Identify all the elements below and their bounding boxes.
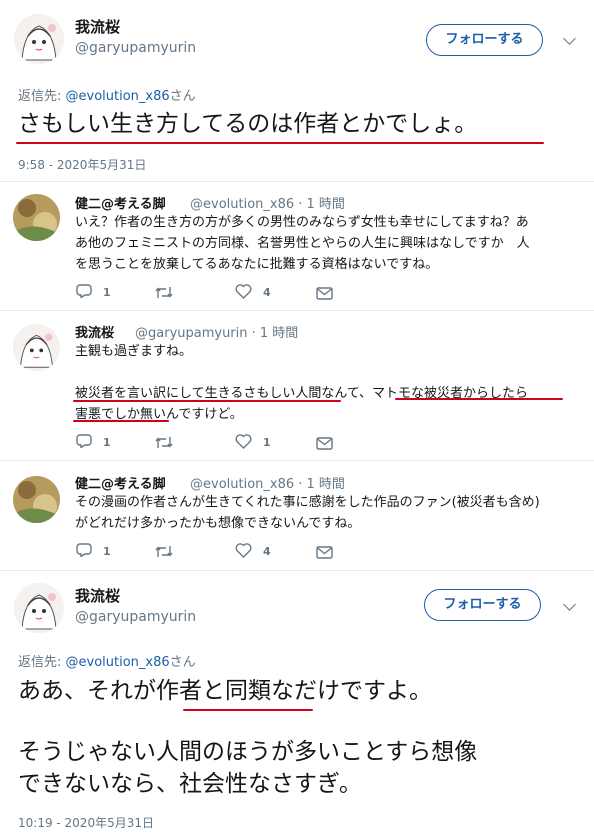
like-count: 4 (263, 286, 271, 299)
reply-to-mention[interactable]: @evolution_x86 (66, 655, 170, 670)
annotation-underline (16, 142, 544, 144)
reply-count: 1 (103, 545, 111, 558)
reply-to-line: 返信先: @evolution_x86さん (18, 651, 196, 670)
divider (0, 181, 594, 182)
reply-text: その漫画の作者さんが生きてくれた事に感謝をした作品のファン(被災者も含め) がど… (75, 495, 540, 531)
reply-to-prefix: 返信先: (18, 655, 66, 670)
dm-icon[interactable] (316, 285, 333, 304)
dm-icon[interactable] (316, 435, 333, 454)
reply-icon[interactable] (76, 283, 92, 302)
reply-to-suffix: さん (169, 89, 196, 104)
author-handle[interactable]: @garyupamyurin (75, 609, 196, 625)
avatar[interactable] (14, 583, 64, 633)
avatar[interactable] (13, 324, 60, 371)
tweet-text-line: そうじゃない人間のほうが多いことすら想像 (18, 739, 478, 765)
reply-author-meta[interactable]: @garyupamyurin · 1 時間 (135, 322, 298, 341)
reply-icon[interactable] (76, 433, 92, 452)
tweet-timestamp[interactable]: 10:19 - 2020年5月31日 (18, 814, 154, 831)
annotation-underline (73, 420, 169, 422)
tweet-text-line: ああ、それが作者と同類なだけですよ。 (18, 678, 432, 704)
reply-author-name[interactable]: 健二@考える脚 (75, 193, 166, 212)
reply-to-mention[interactable]: @evolution_x86 (66, 89, 170, 104)
follow-button[interactable]: フォローする (426, 24, 543, 56)
divider (0, 460, 594, 461)
like-icon[interactable] (235, 543, 252, 562)
reply-to-line: 返信先: @evolution_x86さん (18, 85, 196, 104)
chevron-down-icon[interactable] (563, 598, 576, 611)
reply-count: 1 (103, 436, 111, 449)
like-icon[interactable] (235, 284, 252, 303)
author-name[interactable]: 我流桜 (75, 585, 120, 606)
follow-button[interactable]: フォローする (424, 589, 541, 621)
author-handle[interactable]: @garyupamyurin (75, 40, 196, 56)
tweet-text: さもしい生き方してるのは作者とかでしょ。 (18, 111, 478, 137)
avatar[interactable] (13, 194, 60, 241)
reply-author-name[interactable]: 我流桜 (75, 322, 114, 341)
reply-author-meta[interactable]: @evolution_x86 · 1 時間 (190, 193, 345, 212)
avatar[interactable] (13, 476, 60, 523)
reply-text: いえ？作者の生き方の方が多くの男性のみならず女性も幸せにしてますね？あ あ他のフ… (75, 215, 530, 272)
chevron-down-icon[interactable] (563, 32, 576, 45)
like-count: 4 (263, 545, 271, 558)
reply-author-meta[interactable]: @evolution_x86 · 1 時間 (190, 473, 345, 492)
reply-author-name[interactable]: 健二@考える脚 (75, 473, 166, 492)
annotation-underline (395, 398, 563, 400)
retweet-icon[interactable] (154, 434, 174, 453)
avatar[interactable] (14, 14, 64, 64)
like-icon[interactable] (235, 434, 252, 453)
annotation-underline (183, 709, 313, 711)
author-name[interactable]: 我流桜 (75, 16, 120, 37)
reply-to-prefix: 返信先: (18, 89, 66, 104)
divider (0, 310, 594, 311)
reply-to-suffix: さん (169, 655, 196, 670)
reply-count: 1 (103, 286, 111, 299)
retweet-icon[interactable] (154, 543, 174, 562)
reply-text: 主観も過ぎますね。 被災者を言い訳にして生きるさもしい人間なんて、マトモな被災者… (75, 344, 529, 422)
reply-icon[interactable] (76, 542, 92, 561)
like-count: 1 (263, 436, 271, 449)
tweet-timestamp[interactable]: 9:58 - 2020年5月31日 (18, 156, 146, 173)
dm-icon[interactable] (316, 544, 333, 563)
retweet-icon[interactable] (154, 284, 174, 303)
annotation-underline (73, 400, 341, 402)
divider (0, 570, 594, 571)
tweet-text-line: できないなら、社会性なさすぎ。 (18, 771, 362, 797)
